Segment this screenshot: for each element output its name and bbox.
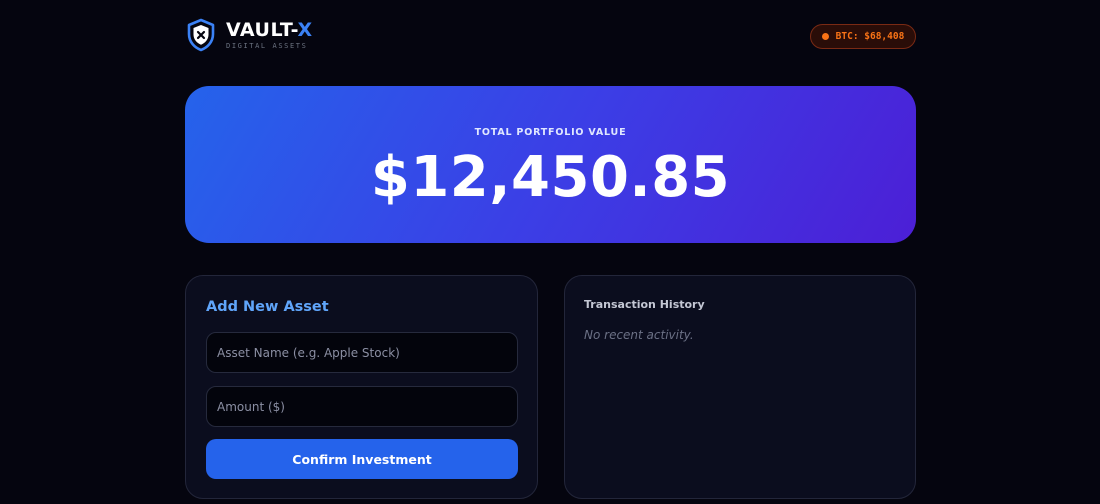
asset-name-input[interactable]	[206, 332, 518, 373]
btc-ticker-text: BTC: $68,408	[835, 31, 905, 42]
confirm-investment-button[interactable]: Confirm Investment	[206, 439, 518, 479]
header: VAULT-X DIGITAL ASSETS BTC: $68,408	[186, 18, 916, 58]
history-empty-text: No recent activity.	[584, 328, 694, 342]
shield-x-icon	[187, 18, 215, 52]
brand-subtitle: DIGITAL ASSETS	[226, 42, 308, 50]
brand-name-accent: X	[297, 19, 313, 41]
add-asset-card: Add New Asset Confirm Investment	[185, 275, 538, 499]
app-root: VAULT-X DIGITAL ASSETS BTC: $68,408 TOTA…	[0, 0, 1100, 504]
transaction-history-card: Transaction History No recent activity.	[564, 275, 916, 499]
portfolio-label: TOTAL PORTFOLIO VALUE	[474, 127, 627, 138]
history-title: Transaction History	[584, 298, 705, 311]
portfolio-value: $12,450.85	[370, 145, 731, 210]
logo[interactable]: VAULT-X DIGITAL ASSETS	[186, 18, 313, 52]
btc-ticker: BTC: $68,408	[810, 24, 916, 49]
add-asset-title: Add New Asset	[206, 299, 329, 315]
brand-name: VAULT-X	[226, 20, 313, 40]
amount-input[interactable]	[206, 386, 518, 427]
status-dot-icon	[821, 33, 829, 40]
portfolio-banner: TOTAL PORTFOLIO VALUE $12,450.85	[185, 86, 916, 243]
brand-name-main: VAULT-	[226, 19, 298, 41]
brand: VAULT-X DIGITAL ASSETS	[226, 20, 313, 50]
